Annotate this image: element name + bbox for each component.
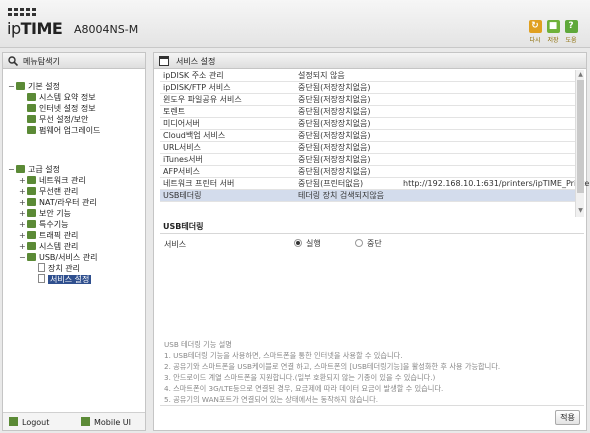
table-row[interactable]: 네트워크 프린터 서버 중단됨(프린터없음) http://192.168.10.1… (160, 178, 590, 190)
service-label: 서비스 (164, 240, 187, 249)
collapse-icon: − (8, 165, 15, 174)
description-line: 2. 공유기와 스마트폰을 USB케이블로 연결 하고, 스마트폰의 [USB테… (164, 362, 501, 371)
footer-divider (160, 405, 584, 406)
page-title: 서비스 설정 (176, 57, 216, 66)
scroll-up-icon[interactable]: ▲ (577, 71, 584, 79)
tree-item-traffic[interactable]: + 트래픽 관리 (19, 230, 78, 241)
mobile-ui-link[interactable]: Mobile UI (81, 417, 131, 427)
model-name: A8004NS-M (74, 23, 139, 36)
collapse-icon: − (8, 82, 15, 91)
lock-icon (27, 209, 36, 217)
settings-folder-icon (16, 165, 25, 173)
expand-icon: + (19, 242, 26, 251)
radio-dot-unchecked[interactable] (355, 239, 363, 247)
tree-item-system-summary[interactable]: 시스템 요약 정보 (27, 92, 96, 103)
table-row[interactable]: iTunes서버 중단됨(저장장치없음) (160, 154, 575, 166)
tree-item-nat-router[interactable]: + NAT/라우터 관리 (19, 197, 97, 208)
network-icon (27, 176, 36, 184)
table-row-selected[interactable]: USB테더링 테더링 장치 검색되지않음 (160, 190, 575, 202)
scroll-down-icon[interactable]: ▼ (577, 207, 584, 215)
tree-item-wireless[interactable]: + 무선랜 관리 (19, 186, 78, 197)
save-icon: ■ (546, 20, 560, 33)
tree-item-service-settings[interactable]: 서비스 설정 (38, 274, 92, 285)
service-settings-header: 서비스 설정 (154, 53, 586, 69)
logout-link[interactable]: Logout (9, 417, 49, 427)
apply-button[interactable]: 적용 (555, 410, 580, 425)
help-icon: ? (564, 20, 578, 33)
tree-item-firmware-upgrade[interactable]: 펌웨어 업그레이드 (27, 125, 100, 136)
section-title: USB테더링 (163, 222, 204, 231)
tree-item-device-management[interactable]: 장치 관리 (38, 263, 80, 274)
expand-icon: + (19, 209, 26, 218)
logout-icon (9, 417, 18, 426)
window-icon (159, 56, 169, 66)
tree-item-wireless-security[interactable]: 무선 설정/보안 (27, 114, 88, 125)
tree-advanced-settings[interactable]: − 고급 설정 (8, 164, 60, 175)
expand-icon: + (19, 176, 26, 185)
tree-basic-settings[interactable]: − 기본 설정 (8, 81, 60, 92)
help-button[interactable]: ? 도움 (563, 20, 579, 44)
radio-stop[interactable]: 중단 (355, 238, 382, 249)
table-row[interactable]: Cloud백업 서비스 중단됨(저장장치없음) (160, 130, 575, 142)
page-icon (38, 274, 45, 283)
description-title: USB 테더링 기능 설명 (164, 340, 232, 349)
section-divider (160, 233, 584, 234)
brand-logo: ipTIME (7, 19, 63, 38)
description-line: 3. 안드로이드 계열 스마트폰을 지원합니다.(일부 호환되지 않는 기종이 … (164, 373, 436, 382)
collapse-icon: − (19, 253, 26, 262)
description-line: 1. USB테더링 기능을 사용하면, 스마트폰을 통한 인터넷을 사용할 수 … (164, 351, 403, 360)
table-scrollbar[interactable]: ▲ ▼ (575, 70, 584, 217)
traffic-icon (27, 231, 36, 239)
menu-explorer-header: 메뉴탐색기 (3, 53, 145, 69)
description-line: 5. 공유기의 WAN포트가 연결되어 있는 상태에서는 동작하지 않습니다. (164, 395, 379, 404)
table-row[interactable]: ipDISK/FTP 서비스 중단됨(저장장치없음) (160, 82, 575, 94)
tree-item-system[interactable]: + 시스템 관리 (19, 241, 78, 252)
page-icon (38, 263, 45, 272)
wireless-icon (27, 187, 36, 195)
system-icon (27, 93, 36, 101)
app-header: ipTIME A8004NS-M ↻ 다시 ■ 저장 ? 도움 (0, 0, 590, 48)
menu-explorer-panel: 메뉴탐색기 − 기본 설정 시스템 요약 정보 인터넷 설정 정보 무선 설정/보… (2, 52, 146, 431)
expand-icon: + (19, 198, 26, 207)
internet-icon (27, 104, 36, 112)
usb-icon (27, 253, 36, 261)
scrollbar-thumb[interactable] (577, 80, 584, 193)
logo-dots-icon (8, 8, 48, 17)
settings-folder-icon (16, 82, 25, 90)
tree-item-security[interactable]: + 보안 기능 (19, 208, 71, 219)
refresh-icon: ↻ (528, 20, 542, 33)
table-row[interactable]: 토렌트 중단됨(저장장치없음) (160, 106, 575, 118)
tree-item-network[interactable]: + 네트워크 관리 (19, 175, 86, 186)
menu-explorer-title: 메뉴탐색기 (23, 57, 60, 66)
service-settings-panel: 서비스 설정 ipDISK 주소 관리 설정되지 않음 ipDISK/FTP 서비… (153, 52, 590, 431)
expand-icon: + (19, 220, 26, 229)
radio-run[interactable]: 실행 (294, 238, 321, 249)
search-icon (8, 56, 18, 66)
expand-icon: + (19, 187, 26, 196)
table-row[interactable]: AFP서비스 중단됨(저장장치없음) (160, 166, 575, 178)
mobile-icon (81, 417, 90, 426)
expand-icon: + (19, 231, 26, 240)
wireless-icon (27, 115, 36, 123)
save-button[interactable]: ■ 저장 (545, 20, 561, 44)
tree-item-special[interactable]: + 특수기능 (19, 219, 68, 230)
special-icon (27, 220, 36, 228)
router-icon (27, 198, 36, 206)
table-row[interactable]: 미디어서버 중단됨(저장장치없음) (160, 118, 575, 130)
system-icon (27, 242, 36, 250)
table-row[interactable]: ipDISK 주소 관리 설정되지 않음 (160, 70, 575, 82)
sidebar-footer: Logout Mobile UI (3, 412, 145, 430)
radio-dot-checked[interactable] (294, 239, 302, 247)
tree-item-internet-info[interactable]: 인터넷 설정 정보 (27, 103, 96, 114)
refresh-button[interactable]: ↻ 다시 (527, 20, 543, 44)
tree-item-usb-service[interactable]: − USB/서비스 관리 (19, 252, 97, 263)
description-block: USB 테더링 기능 설명 1. USB테더링 기능을 사용하면, 스마트폰을 … (164, 339, 500, 405)
table-row[interactable]: 윈도우 파일공유 서비스 중단됨(저장장치없음) (160, 94, 575, 106)
description-line: 4. 스마트폰이 3G/LTE등으로 연결된 경우, 요금제에 따라 데이터 요… (164, 384, 444, 393)
firmware-icon (27, 126, 36, 134)
table-row[interactable]: URL서비스 중단됨(저장장치없음) (160, 142, 575, 154)
